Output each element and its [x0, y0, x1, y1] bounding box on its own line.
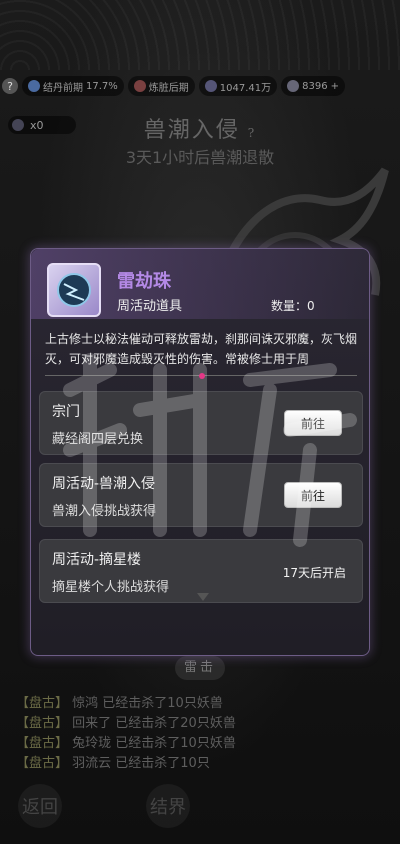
go-button[interactable]: 前往: [284, 410, 342, 436]
orb-graphic: [57, 273, 91, 307]
event-help-icon[interactable]: ?: [248, 126, 256, 140]
help-label: ?: [7, 79, 13, 93]
battle-log: 【盘古】 惊鸿 已经击杀了10只妖兽 【盘古】 回来了 已经击杀了20只妖兽 【…: [16, 694, 236, 774]
item-name: 雷劫珠: [117, 271, 171, 292]
log-row: 【盘古】 兔玲珑 已经击杀了10只妖兽: [16, 734, 236, 754]
source-title: 宗门: [52, 404, 80, 420]
coin-value: 8396: [302, 80, 328, 92]
realm-name: 结丹前期: [43, 82, 83, 94]
realm-progress: 17.7%: [86, 80, 118, 92]
log-tag: 【盘古】: [16, 696, 69, 711]
power-value: 1047.41万: [219, 82, 272, 94]
orb-icon: [28, 80, 40, 92]
source-item: 宗门 藏经阁四层兑换 前往: [39, 391, 363, 455]
coin-indicator[interactable]: 8396 +: [281, 76, 345, 96]
log-text: 惊鸿 已经击杀了10只妖兽: [72, 696, 223, 711]
event-title-text: 兽潮入侵: [143, 118, 240, 143]
source-title: 周活动-兽潮入侵: [52, 476, 156, 492]
wave-pattern: [0, 0, 400, 70]
diamond-icon: [204, 80, 217, 92]
realm-indicator[interactable]: 结丹前期 17.7%: [22, 76, 124, 96]
body-realm-name: 炼脏后期: [148, 82, 189, 94]
help-icon[interactable]: ?: [2, 78, 18, 94]
source-title: 周活动-摘星楼: [52, 552, 142, 568]
open-countdown: 17天后开启: [282, 566, 346, 580]
log-text: 羽流云 已经击杀了10只: [72, 756, 210, 771]
log-tag: 【盘古】: [16, 756, 69, 771]
item-type: 周活动道具: [117, 299, 183, 314]
log-text: 兔玲珑 已经击杀了10只妖兽: [72, 736, 236, 751]
item-info-dialog: 雷劫珠 周活动道具 数量：0 上古修士以秘法催动可释放雷劫，刹那间诛灭邪魔，灰飞…: [30, 248, 370, 656]
attack-button[interactable]: 雷击: [175, 656, 225, 680]
log-row: 【盘古】 回来了 已经击杀了20只妖兽: [16, 714, 236, 734]
item-quantity: 数量：0: [271, 299, 315, 313]
result-button[interactable]: 结界: [146, 784, 190, 828]
scroll-down-icon[interactable]: [197, 593, 209, 601]
source-item: 周活动-兽潮入侵 兽潮入侵挑战获得 前往: [39, 463, 363, 527]
log-row: 【盘古】 惊鸿 已经击杀了10只妖兽: [16, 694, 236, 714]
add-coin-icon[interactable]: +: [331, 81, 339, 92]
thunder-orb-icon: [47, 263, 101, 317]
item-description: 上古修士以秘法催动可释放雷劫，刹那间诛灭邪魔，灰飞烟灭，可对邪魔造成毁灭性的伤害…: [45, 332, 357, 366]
source-subtitle: 摘星楼个人挑战获得: [52, 580, 170, 595]
log-text: 回来了 已经击杀了20只妖兽: [72, 716, 236, 731]
body-realm-indicator[interactable]: 炼脏后期: [127, 76, 195, 96]
source-subtitle: 兽潮入侵挑战获得: [52, 504, 157, 519]
back-button[interactable]: 返回: [18, 784, 62, 828]
scroll-marker: [199, 373, 205, 379]
go-button[interactable]: 前往: [284, 482, 342, 508]
source-subtitle: 藏经阁四层兑换: [52, 432, 144, 447]
log-tag: 【盘古】: [16, 736, 69, 751]
flame-icon: [133, 80, 146, 92]
event-title: 兽潮入侵?: [0, 112, 400, 144]
resource-bar: ? 结丹前期 17.7% 炼脏后期 1047.41万 8396 +: [0, 74, 400, 98]
log-tag: 【盘古】: [16, 716, 69, 731]
power-indicator: 1047.41万: [198, 76, 278, 96]
coin-icon: [287, 80, 300, 92]
log-row: 【盘古】 羽流云 已经击杀了10只: [16, 754, 236, 774]
